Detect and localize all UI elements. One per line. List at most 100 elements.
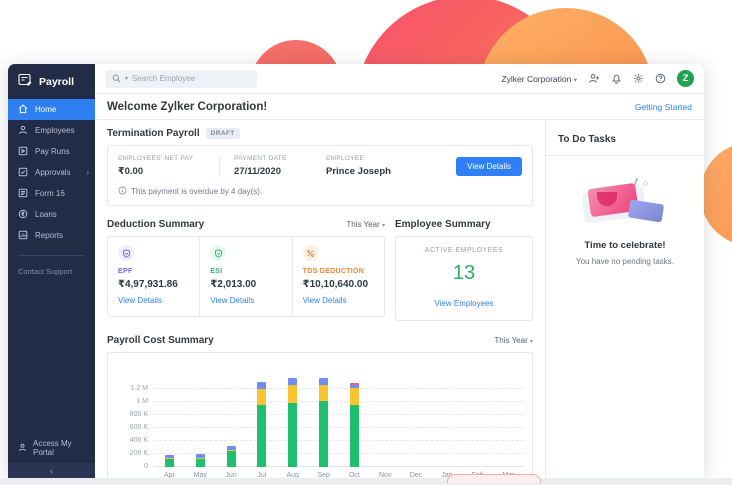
green-segment bbox=[350, 405, 359, 467]
sidebar-item-loans[interactable]: Loans bbox=[8, 204, 95, 225]
sidebar-item-pay-runs[interactable]: Pay Runs bbox=[8, 141, 95, 162]
dashboard-column: Termination Payroll DRAFT EMPLOYEES' NET… bbox=[95, 120, 545, 478]
draft-status-badge: DRAFT bbox=[206, 128, 240, 139]
sidebar-item-label: Reports bbox=[35, 231, 63, 240]
termination-payroll-card: EMPLOYEES' NET PAY ₹0.00 PAYMENT DATE 27… bbox=[107, 145, 533, 206]
field-label: PAYMENT DATE bbox=[234, 155, 314, 162]
field-label: EMPLOYEES' NET PAY bbox=[118, 155, 207, 162]
deduction-label: ESI bbox=[210, 268, 281, 275]
app-logo: Payroll bbox=[8, 64, 95, 99]
tds-deduction-item: TDS DEDUCTION ₹10,10,640.00 View Details bbox=[293, 237, 384, 316]
x-tick-label: Dec2020 bbox=[401, 471, 432, 478]
sidebar-divider bbox=[18, 255, 85, 256]
portal-user-icon bbox=[18, 443, 27, 454]
green-segment bbox=[227, 451, 236, 467]
chevron-left-icon: ‹ bbox=[50, 466, 53, 476]
x-tick-label: Sep2020 bbox=[308, 471, 339, 478]
active-employees-label: ACTIVE EMPLOYEES bbox=[402, 247, 526, 254]
blue-segment bbox=[319, 378, 328, 385]
bar-sep-2020[interactable] bbox=[319, 378, 328, 467]
view-details-button[interactable]: View Details bbox=[456, 157, 522, 176]
app-window: Payroll Home Employees Pay Runs bbox=[8, 64, 704, 478]
bar-oct-2020[interactable] bbox=[350, 383, 359, 467]
approvals-icon bbox=[18, 167, 28, 179]
payroll-cost-title: Payroll Cost Summary bbox=[107, 335, 214, 346]
bar-aug-2020[interactable] bbox=[288, 378, 297, 467]
y-tick-label: 1.2 M bbox=[130, 385, 148, 392]
employee-summary-section: Employee Summary ACTIVE EMPLOYEES 13 Vie… bbox=[395, 219, 533, 321]
sidebar-collapse-button[interactable]: ‹ bbox=[8, 463, 95, 478]
payment-date-field: PAYMENT DATE 27/11/2020 bbox=[234, 155, 326, 177]
access-my-portal-button[interactable]: Access My Portal bbox=[8, 433, 95, 463]
search-input[interactable] bbox=[132, 74, 232, 83]
x-tick-label: Nov2020 bbox=[370, 471, 401, 478]
field-value: Prince Joseph bbox=[326, 166, 391, 177]
settings-gear-icon[interactable] bbox=[633, 73, 644, 84]
page-title: Welcome Zylker Corporation! bbox=[107, 101, 267, 113]
search-box[interactable]: ▾ bbox=[105, 70, 257, 88]
sidebar-item-label: Pay Runs bbox=[35, 147, 70, 156]
todo-headline: Time to celebrate! bbox=[546, 240, 704, 251]
x-tick-label: Jul2020 bbox=[246, 471, 277, 478]
y-tick-label: 600 K bbox=[130, 424, 148, 431]
green-segment bbox=[165, 459, 174, 467]
employee-summary-title: Employee Summary bbox=[395, 219, 491, 230]
contact-support-link[interactable]: Contact Support bbox=[8, 265, 95, 278]
yellow-segment bbox=[319, 385, 328, 402]
search-scope-chevron-icon[interactable]: ▾ bbox=[125, 75, 128, 82]
info-icon bbox=[118, 186, 127, 197]
chart-slots bbox=[154, 367, 524, 467]
main-area: ▾ Zylker Corporation ▾ bbox=[95, 64, 704, 478]
y-tick-label: 1 M bbox=[136, 398, 148, 405]
sidebar-item-home[interactable]: Home bbox=[8, 99, 95, 120]
payroll-cost-chart: 1.2 M1 M800 K600 K400 K200 K0 Apr2020May… bbox=[107, 352, 533, 478]
epf-shield-icon bbox=[118, 245, 134, 261]
help-question-icon[interactable] bbox=[655, 73, 666, 84]
x-tick-label: Aug2020 bbox=[277, 471, 308, 478]
bar-may-2020[interactable] bbox=[196, 454, 205, 467]
deduction-value: ₹10,10,640.00 bbox=[303, 279, 374, 290]
green-segment bbox=[257, 405, 266, 467]
sidebar-item-form-16[interactable]: Form 16 bbox=[8, 183, 95, 204]
esi-shield-icon bbox=[210, 245, 226, 261]
tds-view-details-link[interactable]: View Details bbox=[303, 296, 347, 305]
bar-jul-2020[interactable] bbox=[257, 382, 266, 467]
payroll-cost-section: Payroll Cost Summary This Year ▾ 1.2 M 1 … bbox=[107, 335, 533, 478]
field-value: 27/11/2020 bbox=[234, 166, 314, 177]
sidebar-item-employees[interactable]: Employees bbox=[8, 120, 95, 141]
sidebar: Payroll Home Employees Pay Runs bbox=[8, 64, 95, 478]
tds-percent-icon bbox=[303, 245, 319, 261]
user-avatar[interactable]: Z bbox=[677, 70, 694, 87]
sidebar-item-label: Employees bbox=[35, 126, 75, 135]
add-user-icon[interactable] bbox=[588, 73, 600, 84]
chevron-down-icon: ▾ bbox=[530, 339, 533, 345]
search-icon bbox=[112, 70, 121, 88]
esi-deduction-item: ESI ₹2,013.00 View Details bbox=[200, 237, 292, 316]
payroll-cost-filter-dropdown[interactable]: This Year ▾ bbox=[494, 336, 533, 345]
esi-view-details-link[interactable]: View Details bbox=[210, 296, 254, 305]
notifications-bell-icon[interactable] bbox=[611, 73, 622, 84]
y-tick-label: 800 K bbox=[130, 411, 148, 418]
y-tick-label: 200 K bbox=[130, 450, 148, 457]
epf-view-details-link[interactable]: View Details bbox=[118, 296, 162, 305]
field-value: ₹0.00 bbox=[118, 166, 207, 177]
pay-runs-icon bbox=[18, 146, 28, 158]
sidebar-item-approvals[interactable]: Approvals › bbox=[8, 162, 95, 183]
celebration-illustration bbox=[577, 182, 673, 226]
bar-apr-2020[interactable] bbox=[165, 455, 174, 467]
view-employees-link[interactable]: View Employees bbox=[435, 299, 494, 308]
employee-summary-card: ACTIVE EMPLOYEES 13 View Employees bbox=[395, 236, 533, 321]
chevron-down-icon: ▾ bbox=[382, 223, 385, 229]
payroll-logo-icon bbox=[18, 73, 33, 91]
employee-field: EMPLOYEE Prince Joseph bbox=[326, 155, 403, 177]
getting-started-link[interactable]: Getting Started bbox=[635, 102, 692, 112]
page: Payroll Home Employees Pay Runs bbox=[0, 0, 732, 485]
green-segment bbox=[288, 403, 297, 467]
org-selector[interactable]: Zylker Corporation ▾ bbox=[501, 74, 577, 84]
bar-jun-2020[interactable] bbox=[227, 446, 236, 467]
deduction-filter-dropdown[interactable]: This Year ▾ bbox=[346, 220, 385, 229]
sidebar-item-reports[interactable]: Reports bbox=[8, 225, 95, 246]
yellow-segment bbox=[350, 388, 359, 405]
form16-icon bbox=[18, 188, 28, 200]
decor-blob-right bbox=[700, 142, 732, 246]
